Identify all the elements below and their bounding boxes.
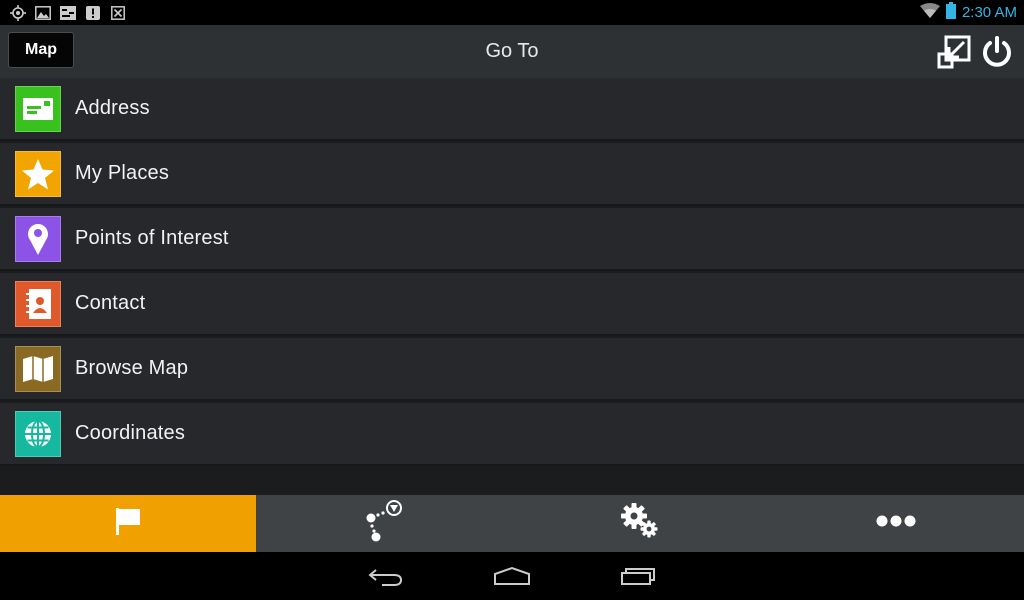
tab-settings[interactable] [512,495,768,552]
menu-item-label: Browse Map [75,357,189,379]
menu-item-address[interactable]: Address [0,78,1024,141]
page-title: Go To [485,39,539,62]
home-icon[interactable] [488,558,536,594]
tab-more[interactable] [768,495,1024,552]
system-indicators: 2:30 AM [919,1,1024,24]
menu-item-label: My Places [75,162,170,184]
keyboard-icon [59,4,76,21]
close-box-icon [109,4,126,21]
menu-item-my-places[interactable]: My Places [0,143,1024,206]
goto-menu-list: Address My Places Points of Interest Con… [0,78,1024,495]
expand-icon[interactable] [937,35,971,69]
status-bar: 2:30 AM [0,0,1024,25]
menu-item-coordinates[interactable]: Coordinates [0,403,1024,466]
settings-gears-icon [619,502,661,545]
menu-item-browse-map[interactable]: Browse Map [0,338,1024,401]
menu-item-contact[interactable]: Contact [0,273,1024,336]
image-icon [34,4,51,21]
globe-icon [15,410,61,457]
bottom-tab-bar [0,495,1024,552]
menu-item-label: Points of Interest [75,227,229,249]
folded-map-icon [15,345,61,392]
location-icon [9,4,26,21]
clock-time: 2:30 AM [961,4,1017,21]
power-icon[interactable] [980,35,1014,69]
more-dots-icon [875,514,917,533]
back-icon[interactable] [362,558,410,594]
menu-item-label: Contact [75,292,146,314]
notification-icons [0,4,126,21]
star-icon [15,150,61,197]
tab-route[interactable] [256,495,512,552]
contact-book-icon [15,280,61,327]
system-nav-bar [0,552,1024,600]
address-card-icon [15,85,61,132]
recent-apps-icon[interactable] [614,558,662,594]
menu-item-label: Coordinates [75,422,186,444]
menu-item-points-of-interest[interactable]: Points of Interest [0,208,1024,271]
battery-icon [945,1,956,24]
menu-item-label: Address [75,97,150,119]
wifi-icon [919,2,940,23]
location-pin-icon [15,215,61,262]
alert-icon [84,4,101,21]
action-bar: Map Go To [0,25,1024,79]
route-icon [363,499,405,548]
tab-destinations[interactable] [0,495,256,552]
flag-icon [114,506,142,541]
